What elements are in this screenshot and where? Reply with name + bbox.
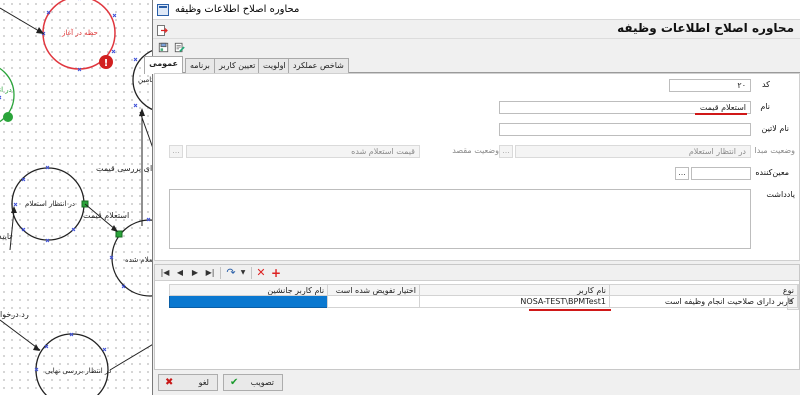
column-header-delegated[interactable]: اختیار تفویض شده است [327, 284, 420, 296]
assigner-browse-button[interactable]: ... [675, 167, 689, 180]
grid-header-row: نوع نام کاربر اختیار تفویض شده است نام ک… [168, 284, 798, 296]
target-status-field: قیمت استعلام شده [186, 145, 420, 158]
general-tab-panel: کد ۲۰ نام استعلام قیمت نام لاتین وضعیت م… [154, 73, 800, 261]
final-review-node [35, 333, 109, 395]
next-record-icon[interactable]: ▶ [189, 267, 201, 279]
table-row[interactable]: کاربر دارای صلاحیت انجام وظیفه است NOSA-… [168, 295, 798, 308]
dialog-footer: ✔ تصویب ✖ لغو [153, 371, 800, 395]
refresh-dropdown-icon[interactable]: ▼ [237, 267, 249, 279]
add-icon[interactable]: + [270, 267, 282, 279]
user-highlight-underline [529, 309, 611, 311]
port-handle-2 [115, 230, 123, 238]
start-node-label: حظه در آغاز [62, 29, 98, 37]
note-textarea[interactable] [169, 189, 751, 249]
latin-name-field[interactable] [499, 123, 751, 136]
separator [220, 267, 221, 279]
separator [251, 267, 252, 279]
ok-button[interactable]: ✔ تصویب [223, 374, 283, 391]
green-check-icon [3, 112, 13, 122]
code-field[interactable]: ۲۰ [669, 79, 751, 92]
code-label: کد [761, 80, 770, 89]
dialog-heading: محاوره اصلاح اطلاعات وظیفه [617, 21, 794, 35]
toolbar [153, 38, 800, 55]
grid-navigator: |◀ ◀ ▶ ▶| ↷ ▼ ✕ + [155, 265, 799, 281]
tab-general[interactable]: عمومی [144, 56, 183, 74]
exit-icon[interactable] [157, 25, 168, 36]
edit-task-dialog: محاوره اصلاح اطلاعات وظیفه محاوره اصلاح … [144, 0, 800, 395]
final-review-node-label: در انتظار بررسی نهایی [45, 367, 112, 375]
assigner-label: معین‌کننده [755, 168, 789, 177]
tab-schedule[interactable]: برنامه [185, 58, 215, 73]
target-status-browse-button: ... [169, 145, 183, 158]
arrowheads [11, 27, 145, 351]
name-label: نام [760, 102, 770, 111]
previous-record-icon[interactable]: ◀ [174, 267, 186, 279]
cell-user-name[interactable]: NOSA-TEST\BPMTest1 [418, 295, 611, 308]
note-label: یادداشت [766, 190, 795, 199]
left-green-node-label: در اتا [0, 86, 12, 94]
error-icon-glyph: ! [104, 58, 109, 69]
tab-performance-indicator[interactable]: شاخص عملکرد [288, 58, 349, 73]
tab-strip: عمومی برنامه تعیین کاربر اولویت شاخص عمل… [144, 55, 800, 74]
app-icon [157, 4, 169, 16]
delete-icon[interactable]: ✕ [255, 267, 267, 279]
cancel-button-label: لغو [198, 378, 209, 387]
cancel-button[interactable]: ✖ لغو [158, 374, 218, 391]
edge-label-reject: رد درخوا [0, 310, 29, 319]
tab-assign-user[interactable]: تعیین کاربر [214, 58, 261, 73]
top-right-node-label: تامین [138, 76, 154, 84]
column-header-substitute[interactable]: نام کاربر جانشین [168, 284, 329, 296]
wait-inquiry-node-label: در انتظار استعلام [25, 200, 76, 208]
source-status-browse-button: ... [499, 145, 513, 158]
cancel-x-icon: ✖ [165, 377, 174, 388]
edge-label-price-inquiry: استعلام قیمت [83, 211, 130, 220]
user-assignment-grid-area: |◀ ◀ ▶ ▶| ↷ ▼ ✕ + * نوع نام کاربر اختیار… [154, 264, 800, 370]
source-status-label: وضعیت مبدا [754, 146, 795, 155]
column-header-type[interactable]: نوع [609, 284, 798, 296]
cell-type[interactable]: کاربر دارای صلاحیت انجام وظیفه است [609, 295, 798, 308]
source-status-field: در انتظار استعلام [515, 145, 751, 158]
cell-delegated[interactable] [327, 295, 420, 308]
assigner-field[interactable] [691, 167, 751, 180]
name-highlight-underline [695, 113, 747, 115]
first-record-icon[interactable]: |◀ [159, 267, 171, 279]
edge-label-price-review: ای بررسی قیمت [96, 164, 153, 173]
refresh-icon[interactable]: ↷ [225, 267, 237, 279]
title-bar[interactable]: محاوره اصلاح اطلاعات وظیفه [153, 0, 800, 20]
save-icon[interactable] [157, 41, 170, 54]
column-header-user-name[interactable]: نام کاربر [418, 284, 611, 296]
edit-document-icon[interactable] [173, 41, 186, 54]
latin-name-label: نام لاتین [761, 124, 789, 133]
cell-substitute[interactable] [168, 295, 329, 308]
tab-priority[interactable]: اولویت [258, 58, 291, 73]
workflow-diagram: ! [0, 0, 160, 395]
check-icon: ✔ [230, 377, 239, 388]
window-title: محاوره اصلاح اطلاعات وظیفه [175, 4, 300, 15]
target-status-label: وضعیت مقصد [452, 146, 499, 155]
user-assignment-grid[interactable]: نوع نام کاربر اختیار تفویض شده است نام ک… [168, 284, 798, 308]
last-record-icon[interactable]: ▶| [204, 267, 216, 279]
edge-label-approve: تایید [0, 232, 12, 241]
ok-button-label: تصویب [250, 378, 274, 387]
